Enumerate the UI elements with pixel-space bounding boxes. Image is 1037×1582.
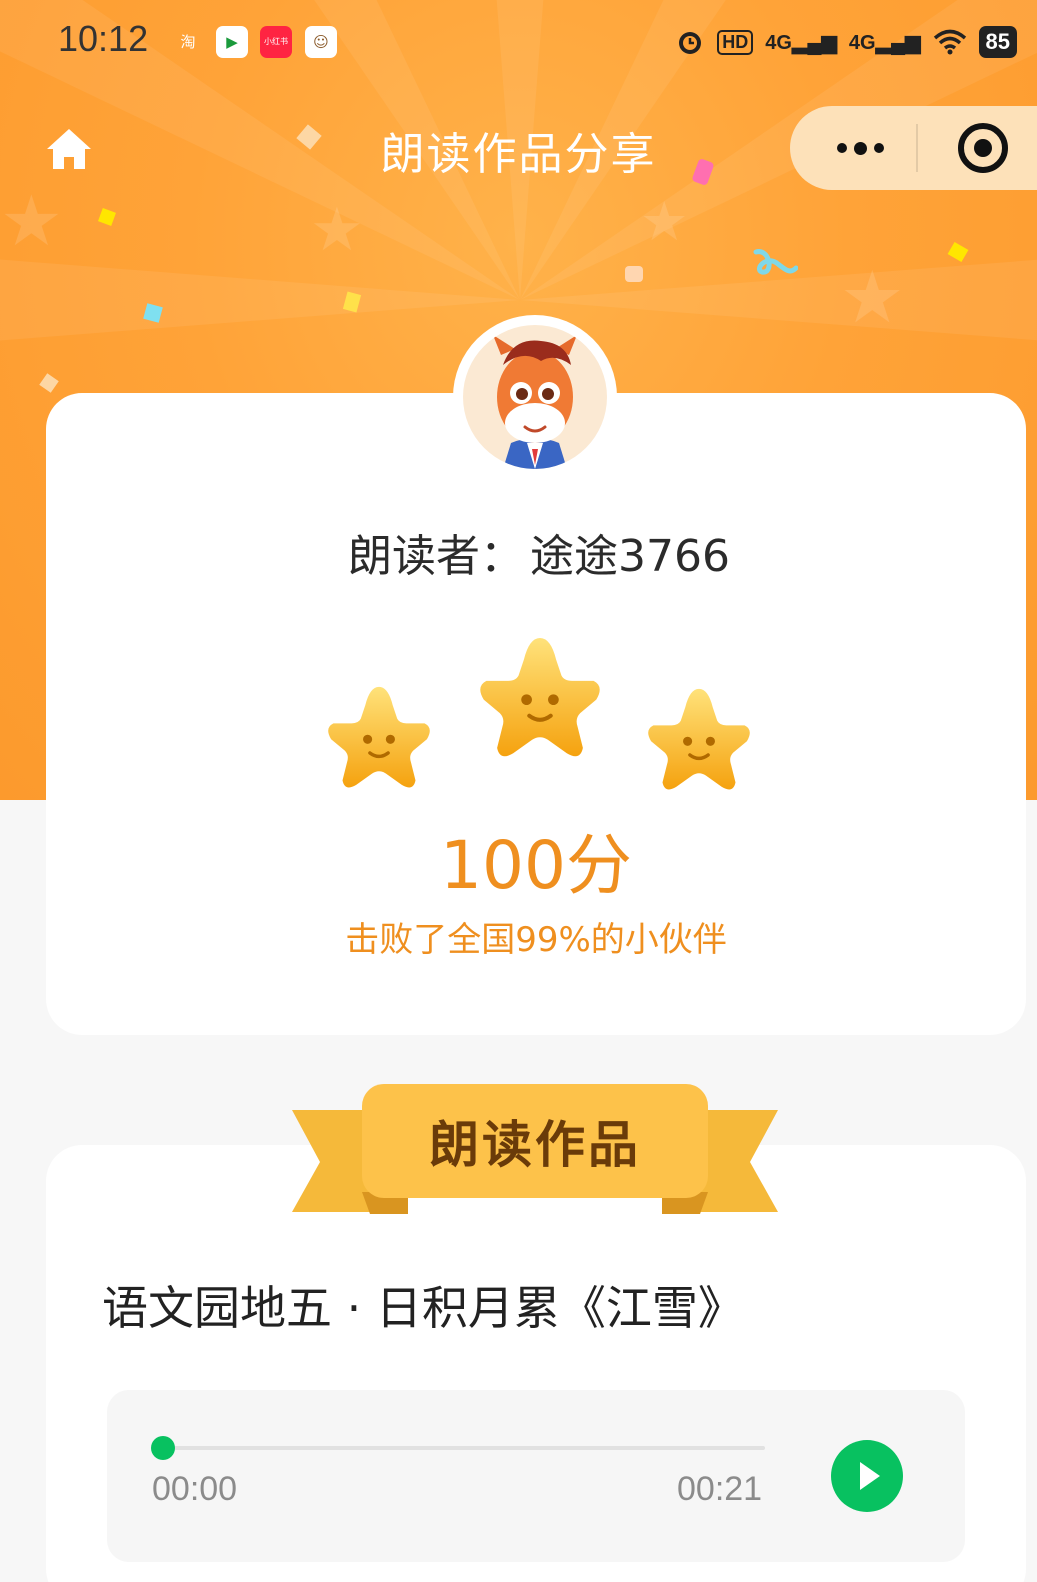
rating-star-icon: [648, 688, 750, 790]
total-time: 00:21: [677, 1470, 763, 1508]
confetti: [98, 208, 116, 226]
capsule-divider: [916, 124, 918, 172]
target-icon[interactable]: [958, 123, 1008, 173]
progress-track[interactable]: [163, 1446, 765, 1450]
alarm-icon: [679, 32, 702, 54]
more-icon[interactable]: [824, 126, 896, 170]
xiaohongshu-app-icon: 小红书: [260, 26, 292, 58]
wifi-icon: [933, 29, 966, 55]
rating-star-icon: [328, 686, 430, 788]
confetti: [625, 266, 643, 282]
avatar: [453, 315, 617, 479]
audio-player: 00:00 00:21: [107, 1390, 965, 1562]
system-icons: HD 4G▂▄▆ 4G▂▄▆ 85: [675, 22, 1017, 62]
ranking-text: 击败了全国99%的小伙伴: [345, 920, 727, 960]
background-star-icon: ★: [310, 195, 364, 265]
play-icon[interactable]: [831, 1440, 903, 1512]
confetti: [39, 373, 59, 393]
progress-thumb[interactable]: [151, 1436, 175, 1460]
horse-mascot-icon: [493, 335, 577, 469]
rating-star-icon: [480, 638, 600, 757]
background-star-icon: ★: [640, 190, 689, 253]
battery-indicator: 85: [978, 26, 1017, 58]
mini-program-capsule: [790, 106, 1037, 190]
score-value: 100分: [440, 827, 632, 904]
current-time: 00:00: [152, 1470, 238, 1508]
reader-name: 途途3766: [530, 531, 730, 582]
confetti: [947, 241, 969, 263]
signal-4g-icon: 4G▂▄▆: [848, 31, 921, 54]
streamer: [753, 249, 798, 275]
background-star-icon: ★: [840, 255, 905, 339]
monkey-app-icon: ☺: [305, 26, 337, 58]
section-title: 朗读作品: [429, 1116, 641, 1174]
hd-icon: HD: [717, 29, 754, 55]
video-app-icon: ▶: [216, 26, 248, 58]
poem-title: 语文园地五 · 日积月累《江雪》: [102, 1281, 744, 1335]
status-bar: 10:12 淘 ▶ 小红书 ☺ HD 4G▂▄▆ 4G▂▄▆ 85: [0, 0, 1037, 86]
signal-4g-icon: 4G▂▄▆: [765, 31, 837, 54]
background-star-icon: ★: [0, 180, 63, 262]
reader-info: 朗读者： 途途3766: [46, 520, 1026, 584]
taobao-app-icon: 淘: [180, 33, 196, 51]
reader-label: 朗读者：: [348, 531, 524, 582]
status-time: 10:12: [58, 18, 149, 59]
